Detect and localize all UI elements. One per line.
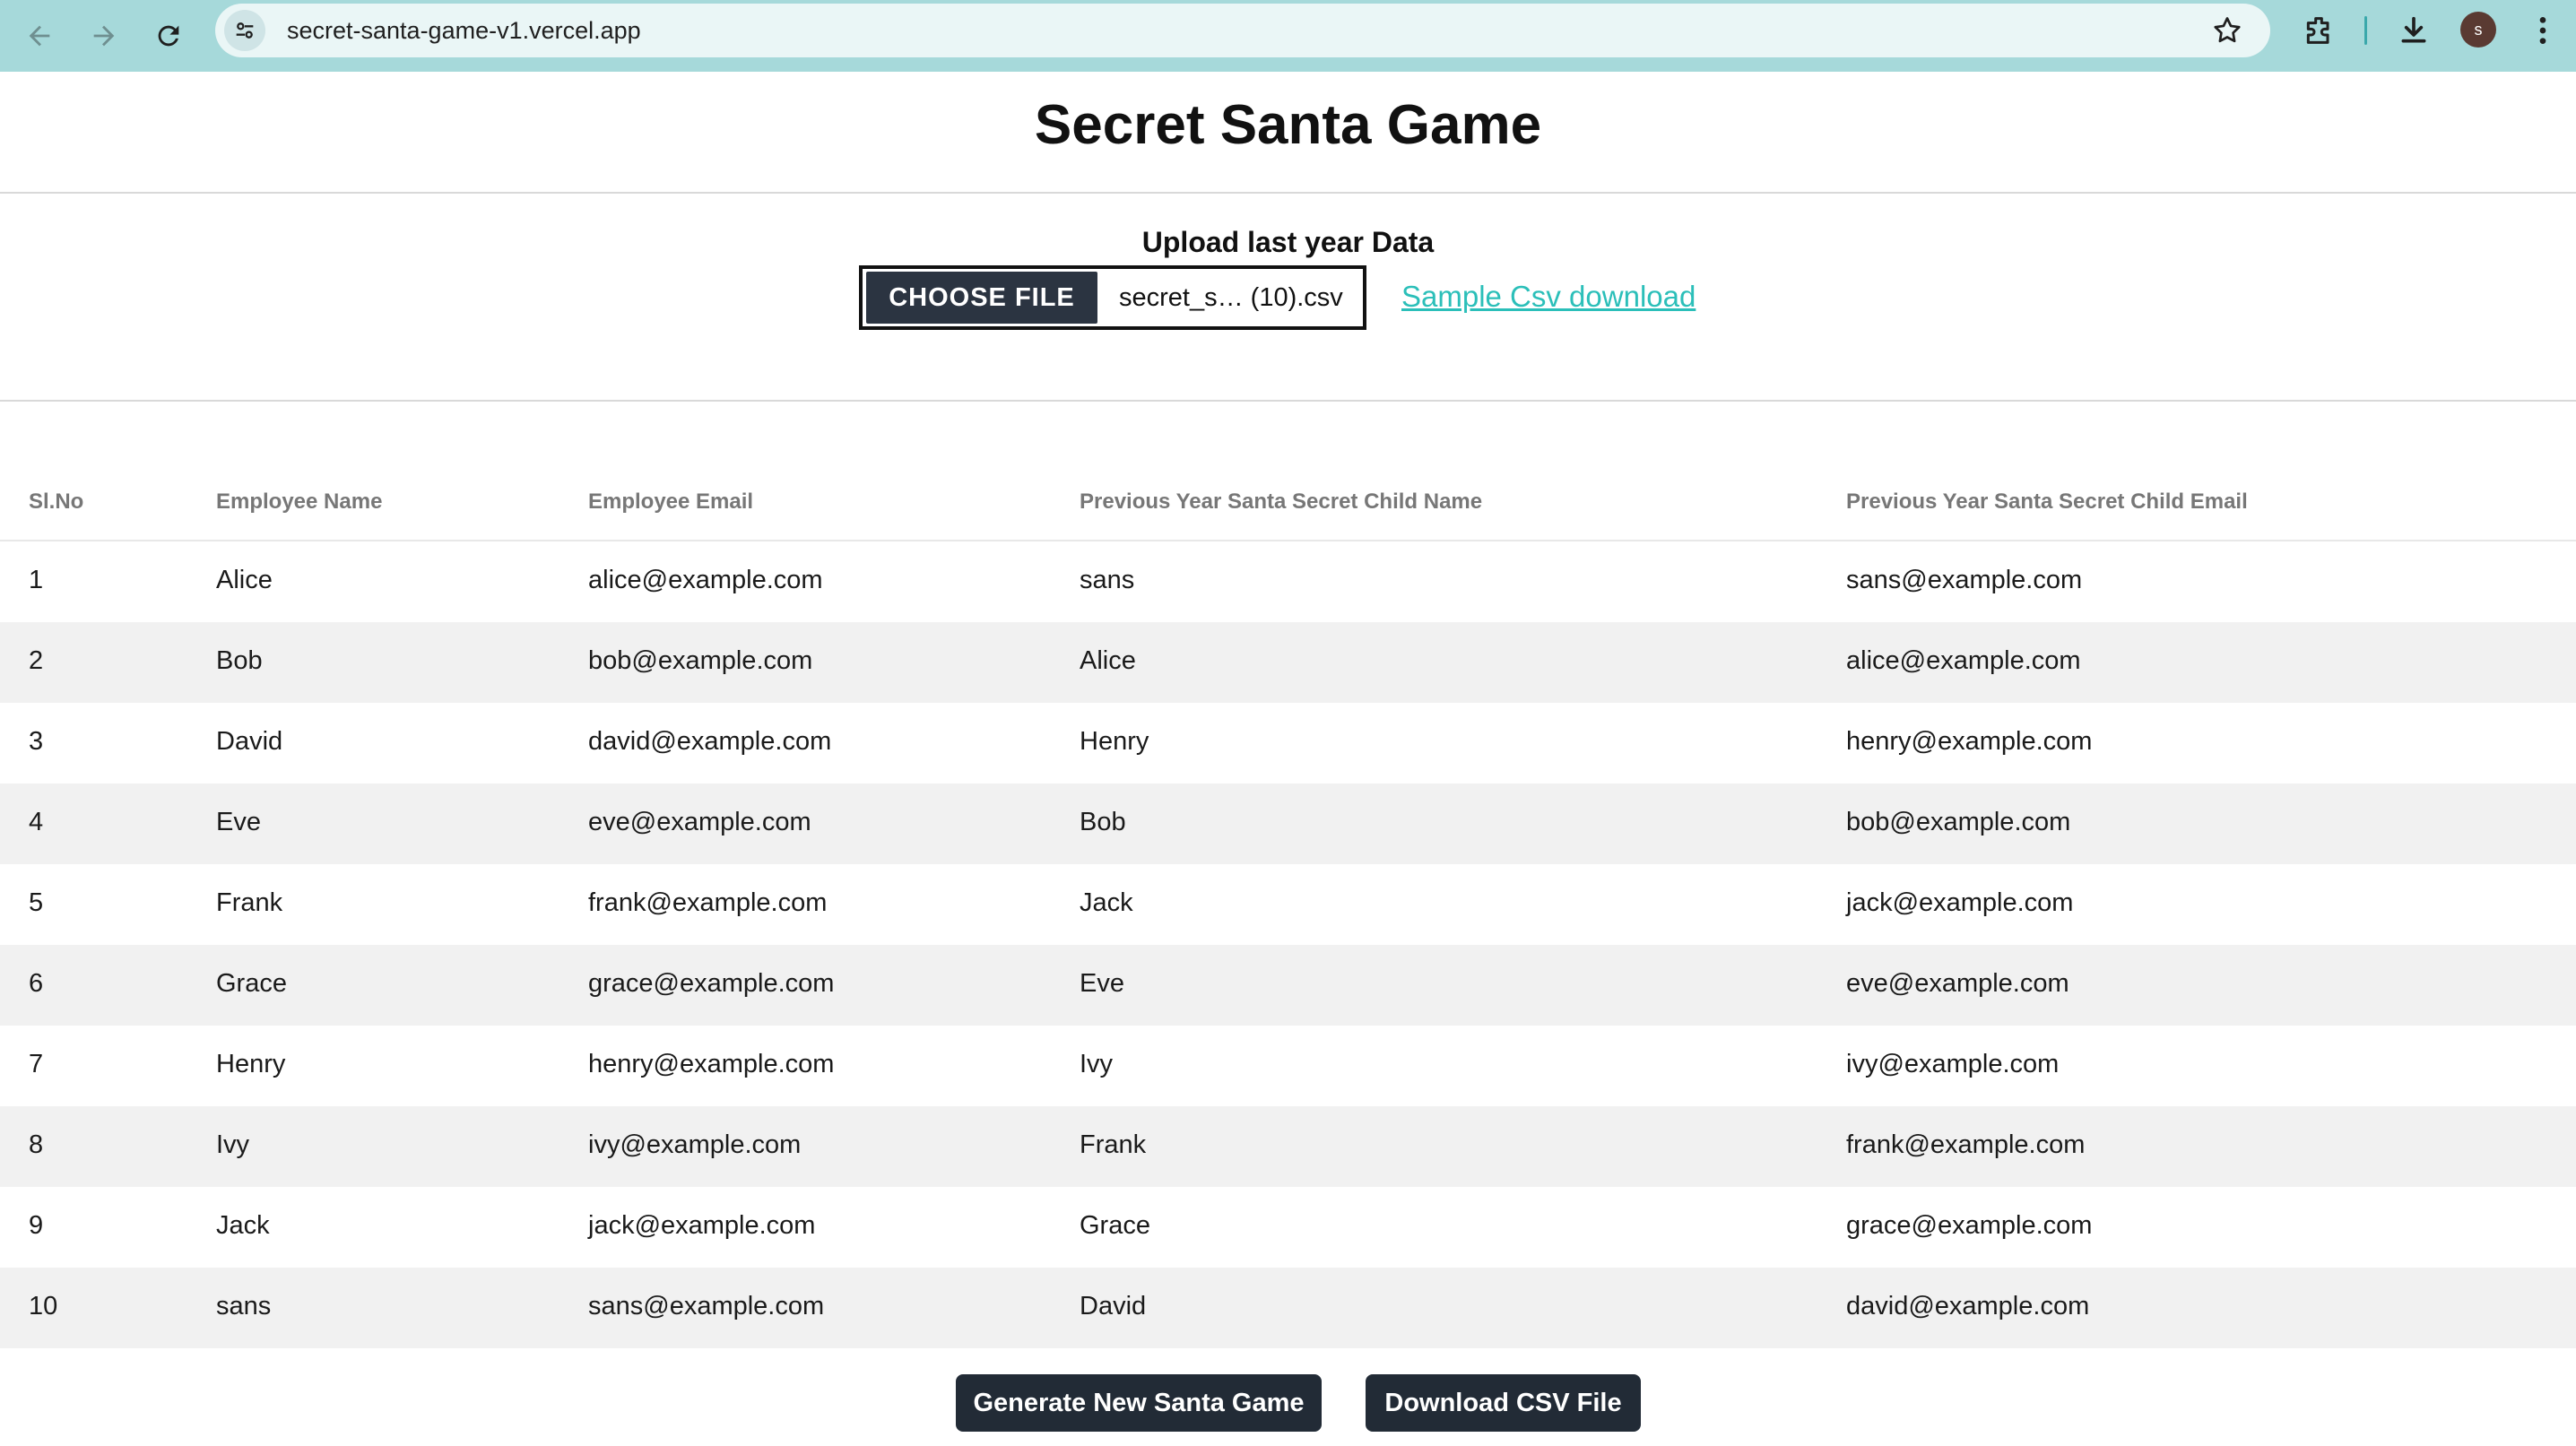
generate-santa-game-button[interactable]: Generate New Santa Game [956, 1374, 1322, 1432]
cell-child-name: Ivy [1080, 1050, 1114, 1078]
browser-toolbar: secret-santa-game-v1.vercel.app s [0, 0, 2576, 72]
table-row: 7 Henry henry@example.com Ivy ivy@example.co… [0, 1026, 2576, 1106]
kebab-menu-icon[interactable] [2525, 13, 2561, 48]
page-title: Secret Santa Game [1034, 94, 1542, 156]
cell-slno: 7 [29, 1050, 44, 1078]
reload-icon [158, 25, 179, 47]
header-divider [0, 192, 2576, 194]
cell-child-email: david@example.com [1846, 1292, 2090, 1320]
table-row: 8 Ivy ivy@example.com Frank frank@example.co… [0, 1106, 2576, 1187]
tune-icon [236, 22, 254, 39]
cell-employee-email: david@example.com [588, 727, 832, 756]
bookmark-star-icon[interactable] [2211, 14, 2243, 47]
reload-button[interactable] [142, 13, 195, 59]
choose-file-button[interactable]: CHOOSE FILE [866, 272, 1097, 324]
cell-slno: 8 [29, 1130, 44, 1159]
table-row: 10 sans sans@example.com David david@example… [0, 1268, 2576, 1348]
cell-child-name: Grace [1080, 1211, 1150, 1240]
cell-employee-email: eve@example.com [588, 808, 811, 836]
cell-child-email: bob@example.com [1846, 808, 2071, 836]
profile-avatar[interactable]: s [2460, 12, 2496, 48]
cell-child-email: grace@example.com [1846, 1211, 2093, 1240]
cell-employee-name: sans [216, 1292, 272, 1320]
cell-employee-email: alice@example.com [588, 566, 823, 594]
cell-child-email: sans@example.com [1846, 566, 2083, 594]
table-row: 9 Jack jack@example.com Grace grace@example.… [0, 1187, 2576, 1268]
upload-label: Upload last year Data [1141, 226, 1435, 258]
cell-child-name: Alice [1080, 646, 1136, 675]
cell-slno: 5 [29, 888, 44, 917]
upload-divider [0, 400, 2576, 402]
download-csv-button[interactable]: Download CSV File [1366, 1374, 1641, 1432]
header-slno: Sl.No [29, 489, 84, 514]
cell-employee-email: bob@example.com [588, 646, 813, 675]
cell-child-name: Eve [1080, 969, 1124, 998]
cell-employee-name: Ivy [216, 1130, 250, 1159]
cell-slno: 4 [29, 808, 44, 836]
forward-button[interactable] [77, 13, 131, 59]
cell-employee-name: Frank [216, 888, 283, 917]
cell-employee-name: Henry [216, 1050, 286, 1078]
cell-slno: 9 [29, 1211, 44, 1240]
table-row: 3 David david@example.com Henry henry@exampl… [0, 703, 2576, 784]
cell-slno: 3 [29, 727, 44, 756]
table-header-row: Sl.No Employee Name Employee Email Previ… [0, 466, 2576, 541]
cell-employee-email: henry@example.com [588, 1050, 835, 1078]
cell-employee-email: ivy@example.com [588, 1130, 802, 1159]
header-employee-email: Employee Email [588, 489, 754, 514]
cell-child-email: ivy@example.com [1846, 1050, 2060, 1078]
sample-csv-download-link[interactable]: Sample Csv download [1401, 280, 1696, 314]
cell-employee-name: Grace [216, 969, 287, 998]
cell-slno: 2 [29, 646, 44, 675]
cell-child-name: Henry [1080, 727, 1149, 756]
cell-employee-name: Alice [216, 566, 273, 594]
forward-arrow-icon [93, 25, 115, 47]
table-row: 5 Frank frank@example.com Jack jack@example.… [0, 864, 2576, 945]
download-icon[interactable] [2396, 13, 2432, 48]
table-body: 1 Alice alice@example.com sans sans@example.… [0, 541, 2576, 1348]
address-bar[interactable]: secret-santa-game-v1.vercel.app [215, 4, 2270, 57]
selected-file-name: secret_s… (10).csv [1119, 282, 1343, 312]
cell-child-email: eve@example.com [1846, 969, 2069, 998]
cell-slno: 10 [29, 1292, 58, 1320]
url-text[interactable]: secret-santa-game-v1.vercel.app [287, 17, 641, 45]
table-row: 1 Alice alice@example.com sans sans@example.… [0, 541, 2576, 622]
cell-child-name: David [1080, 1292, 1147, 1320]
cell-employee-name: David [216, 727, 283, 756]
cell-employee-email: sans@example.com [588, 1292, 825, 1320]
cell-child-email: henry@example.com [1846, 727, 2093, 756]
header-child-name: Previous Year Santa Secret Child Name [1080, 489, 1483, 514]
back-arrow-icon [29, 25, 50, 47]
cell-slno: 1 [29, 566, 44, 594]
table-row: 2 Bob bob@example.com Alice alice@example.co… [0, 622, 2576, 703]
employee-table: Sl.No Employee Name Employee Email Previ… [0, 466, 2576, 1348]
cell-employee-email: grace@example.com [588, 969, 835, 998]
cell-employee-name: Jack [216, 1211, 270, 1240]
site-info-button[interactable] [224, 10, 265, 51]
cell-child-name: Jack [1080, 888, 1133, 917]
header-employee-name: Employee Name [216, 489, 383, 514]
back-button[interactable] [13, 13, 66, 59]
cell-employee-name: Eve [216, 808, 261, 836]
cell-child-name: sans [1080, 566, 1135, 594]
table-row: 4 Eve eve@example.com Bob bob@example.com [0, 784, 2576, 864]
file-input[interactable]: CHOOSE FILE secret_s… (10).csv [859, 265, 1366, 330]
cell-employee-name: Bob [216, 646, 263, 675]
cell-child-name: Frank [1080, 1130, 1147, 1159]
cell-slno: 6 [29, 969, 44, 998]
header-child-email: Previous Year Santa Secret Child Email [1846, 489, 2248, 514]
cell-child-email: frank@example.com [1846, 1130, 2086, 1159]
cell-child-email: alice@example.com [1846, 646, 2081, 675]
toolbar-divider [2364, 16, 2367, 45]
extensions-icon[interactable] [2301, 13, 2337, 48]
cell-child-email: jack@example.com [1846, 888, 2074, 917]
cell-employee-email: frank@example.com [588, 888, 828, 917]
cell-employee-email: jack@example.com [588, 1211, 816, 1240]
cell-child-name: Bob [1080, 808, 1126, 836]
table-row: 6 Grace grace@example.com Eve eve@example.co… [0, 945, 2576, 1026]
